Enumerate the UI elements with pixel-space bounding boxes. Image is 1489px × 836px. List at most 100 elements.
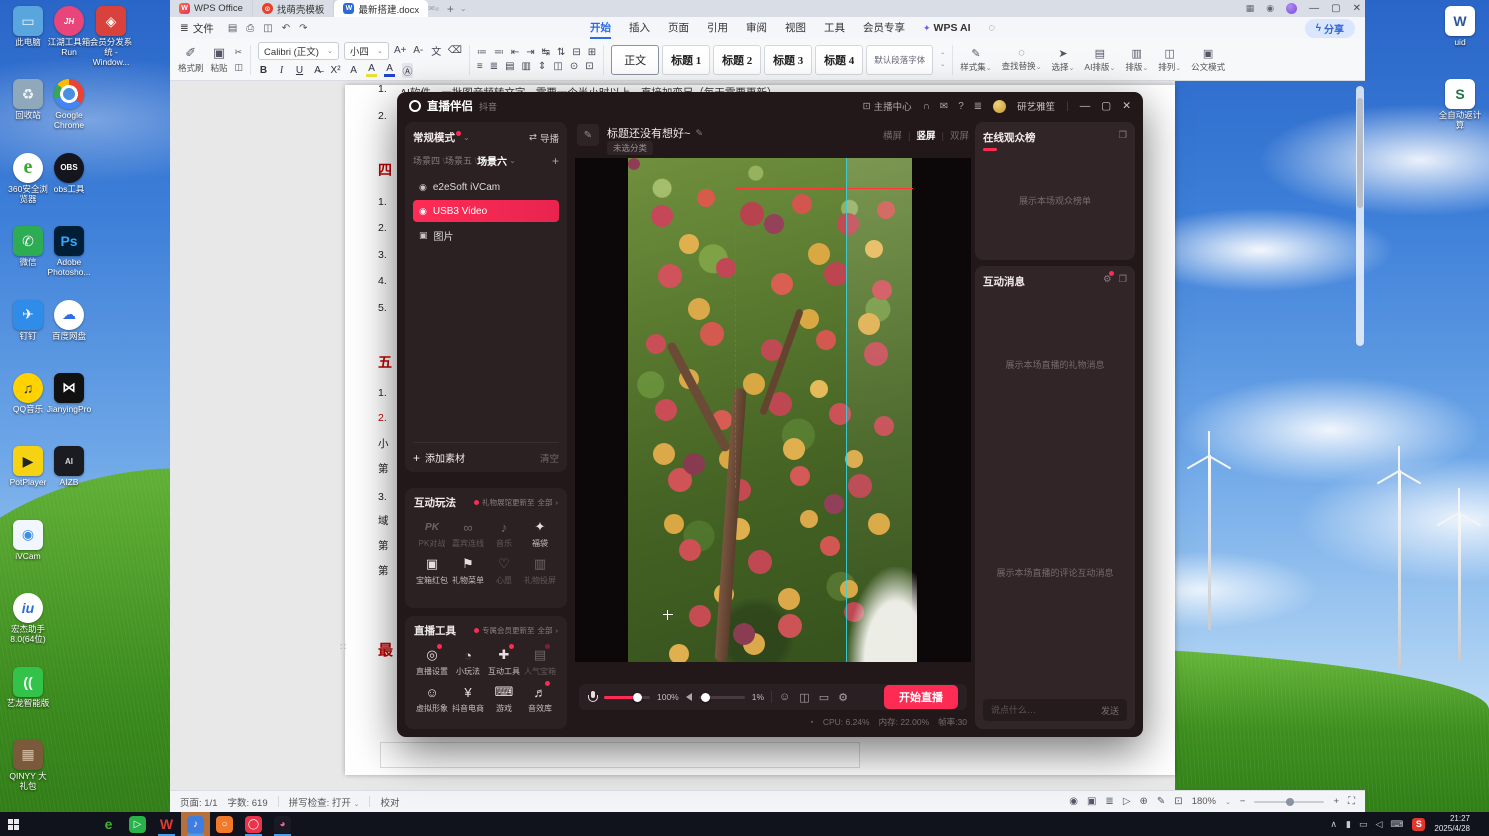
desktop-icon[interactable]: ♻ 回收站	[6, 79, 50, 152]
control-icon[interactable]: ▭	[819, 691, 829, 704]
close-button[interactable]: ✕	[1353, 3, 1361, 14]
mode-chevron-icon[interactable]: ⌄	[463, 133, 470, 142]
tool-button[interactable]: ⌨ 游戏	[486, 683, 522, 714]
paragraph-tool-button[interactable]: ▥	[522, 61, 531, 72]
close-button[interactable]: ✕	[1122, 100, 1131, 112]
zoom-slider-knob[interactable]	[1285, 797, 1294, 806]
taskbar-app-button[interactable]: ◕	[268, 812, 297, 836]
paragraph-tool-button[interactable]: ⊡	[585, 61, 593, 72]
titlebar-tool-icon[interactable]: ?	[958, 101, 964, 112]
proofread-button[interactable]: 校对	[380, 795, 399, 809]
source-item[interactable]: ◉ e2eSoft iVCam	[413, 176, 559, 198]
titlebar-tool-icon[interactable]: ✉	[940, 101, 948, 112]
desktop-icon[interactable]: ▦ QINYY 大礼包	[6, 739, 50, 813]
font-style-button[interactable]: A	[384, 63, 396, 77]
feature-button[interactable]: ▣ 宝箱红包	[414, 555, 450, 586]
tray-icon[interactable]: ⌨	[1390, 819, 1403, 830]
stream-title[interactable]: 标题还没有想好~	[607, 125, 690, 141]
start-button[interactable]	[0, 812, 32, 836]
font-style-button[interactable]: A	[348, 65, 359, 76]
font-tool-button[interactable]: 文	[430, 43, 443, 58]
word-count[interactable]: 字数: 619	[228, 795, 268, 809]
paragraph-tool-button[interactable]: ⊙	[570, 61, 578, 72]
gallery-scroll-arrows[interactable]: ⌃ ⌄	[940, 52, 945, 68]
desktop-icon[interactable]: ♫ QQ音乐	[6, 372, 50, 446]
maximize-button[interactable]: ▢	[1101, 100, 1111, 112]
start-live-button[interactable]: 开始直播	[884, 685, 958, 709]
fullscreen-button[interactable]: ⛶	[1348, 796, 1355, 807]
video-preview[interactable]	[575, 158, 971, 662]
popout-icon[interactable]: ❐	[1118, 130, 1127, 141]
messages-settings-icon[interactable]: ⚙	[1103, 271, 1115, 285]
control-icon[interactable]: ⚙	[838, 691, 848, 704]
feature-button[interactable]: ♪ 音乐	[486, 518, 522, 549]
new-tab-button[interactable]: +	[447, 2, 454, 16]
mic-volume-slider[interactable]	[604, 692, 650, 702]
tool-button[interactable]: ♬ 音效库	[522, 681, 558, 714]
chat-input[interactable]	[991, 705, 1095, 715]
paragraph-tool-button[interactable]: ⊟	[572, 47, 580, 58]
anchor-center-button[interactable]: ⊡ 主播中心	[863, 99, 912, 114]
paragraph-drag-handle[interactable]: ∷	[340, 642, 346, 653]
desktop-icon[interactable]: ▭ 此电脑	[6, 6, 50, 79]
zoom-in-button[interactable]: +	[1333, 796, 1339, 807]
file-menu[interactable]: ≣ 文件	[180, 21, 214, 36]
paragraph-tool-button[interactable]: ◫	[553, 61, 562, 72]
edit-title-icon[interactable]: ✎	[577, 124, 599, 146]
category-tag[interactable]: 未选分类	[607, 141, 654, 155]
taskbar-app-button[interactable]: ♪	[181, 812, 210, 836]
desktop-icon[interactable]: OBS obs工具	[47, 152, 91, 226]
paragraph-tool-button[interactable]: ⇕	[538, 61, 546, 72]
feature-button[interactable]: ⚑ 礼物菜单	[450, 555, 486, 586]
speaker-volume-slider[interactable]	[698, 692, 745, 702]
taskbar-app-button[interactable]: ▷	[123, 812, 152, 836]
tool-button[interactable]: ▤ 人气宝箱	[522, 644, 558, 677]
quick-tool-icon[interactable]: ⎙	[246, 23, 254, 34]
copy-button[interactable]: ◫	[235, 62, 244, 73]
paragraph-tool-button[interactable]: ⇅	[557, 47, 565, 58]
ribbon-button[interactable]: ▥ 排版⌄	[1125, 47, 1148, 73]
document-tab[interactable]: W WPS Office	[170, 0, 253, 17]
menu-item[interactable]: 页面	[668, 18, 689, 39]
user-avatar[interactable]	[993, 99, 1007, 113]
control-icon[interactable]: ☺	[779, 691, 790, 704]
desktop-icon[interactable]: iu 宏杰助手 8.0(64位)	[6, 593, 50, 666]
tool-button[interactable]: ◎ 直播设置	[414, 644, 450, 677]
document-tab[interactable]: ⊙ 找萌壳模板	[253, 0, 335, 17]
desktop-icon[interactable]: ◈ 会员分发系统 -Window...	[89, 6, 133, 79]
view-mode-icon[interactable]: ▷	[1123, 796, 1131, 807]
send-button[interactable]: 发送	[1101, 704, 1119, 717]
quick-tool-icon[interactable]: ▤	[228, 23, 237, 34]
paragraph-tool-button[interactable]: ≔	[477, 47, 487, 58]
taskbar-app-button[interactable]: e	[94, 812, 123, 836]
desktop-icon[interactable]: W uid	[1436, 6, 1484, 79]
feature-button[interactable]: PK PK对战	[414, 518, 450, 549]
tool-button[interactable]: ☺ 虚拟形象	[414, 683, 450, 714]
paragraph-tool-button[interactable]: ▤	[505, 61, 514, 72]
microphone-icon[interactable]	[588, 691, 598, 703]
scrollbar-thumb[interactable]	[1357, 98, 1363, 208]
orientation-option[interactable]: 横屏	[883, 128, 916, 142]
desktop-icon[interactable]: ✆ 微信	[6, 226, 50, 299]
view-all-link[interactable]: 全部	[538, 497, 553, 508]
view-mode-icon[interactable]: ▣	[1087, 796, 1096, 807]
desktop-icon[interactable]: Google Chrome	[47, 79, 91, 152]
tool-button[interactable]: ¥ 抖音电商	[450, 683, 486, 714]
document-scrollbar[interactable]	[1356, 86, 1364, 346]
taskbar-clock[interactable]: 21:27 2025/4/28	[1434, 814, 1470, 834]
menu-item[interactable]: 插入	[629, 18, 650, 39]
paragraph-tool-button[interactable]: ≕	[494, 47, 504, 58]
titlebar-tool-icon[interactable]: ≣	[974, 101, 982, 112]
tab-list-chevron-icon[interactable]: ⌄	[460, 4, 467, 13]
font-style-button[interactable]: Ⓐ	[402, 62, 414, 78]
paragraph-tool-button[interactable]: ≣	[490, 61, 498, 72]
tray-icon[interactable]: ▮	[1346, 819, 1351, 830]
source-item[interactable]: ◉ USB3 Video	[413, 200, 559, 222]
tool-button[interactable]: ◔ 小玩法	[450, 646, 486, 677]
view-mode-icon[interactable]: ⊡	[1174, 796, 1182, 807]
zoom-slider[interactable]	[1254, 797, 1325, 806]
zoom-chevron-icon[interactable]: ⌄	[1225, 798, 1231, 806]
paragraph-style-button[interactable]: 标题 2	[713, 44, 762, 75]
tray-icon[interactable]: ◁	[1375, 819, 1382, 830]
ribbon-button[interactable]: ➤ 选择⌄	[1052, 47, 1075, 73]
